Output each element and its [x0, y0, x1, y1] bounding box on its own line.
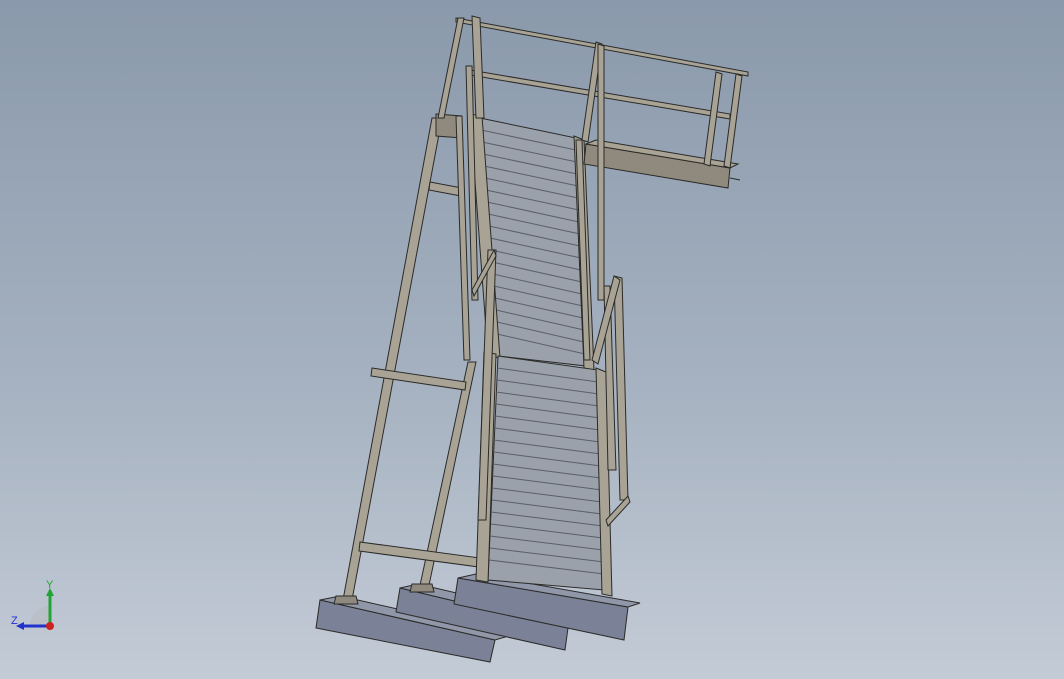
x-axis-dot: [46, 622, 54, 630]
cross-brace-bottom: [358, 541, 481, 568]
y-axis-label: Y: [46, 579, 54, 591]
cross-brace-top: [428, 181, 463, 197]
view-orientation-triad[interactable]: Y Z: [8, 578, 64, 634]
top-landing: [583, 139, 741, 189]
rail-post-4: [703, 71, 723, 167]
foot-plate-middle: [409, 583, 435, 593]
cad-viewport[interactable]: Y Z: [0, 0, 1064, 679]
foot-plate-left: [333, 595, 359, 605]
triad-sweep: [30, 606, 50, 626]
z-axis-label: Z: [11, 615, 18, 627]
upper-right-handrail: [597, 43, 605, 301]
rail-post-1: [437, 17, 465, 119]
lower-flight: [475, 351, 613, 597]
rail-post-2: [471, 15, 485, 119]
stair-model[interactable]: [0, 0, 1064, 679]
rail-post-5: [723, 73, 743, 169]
support-leg-outer: [342, 117, 443, 601]
